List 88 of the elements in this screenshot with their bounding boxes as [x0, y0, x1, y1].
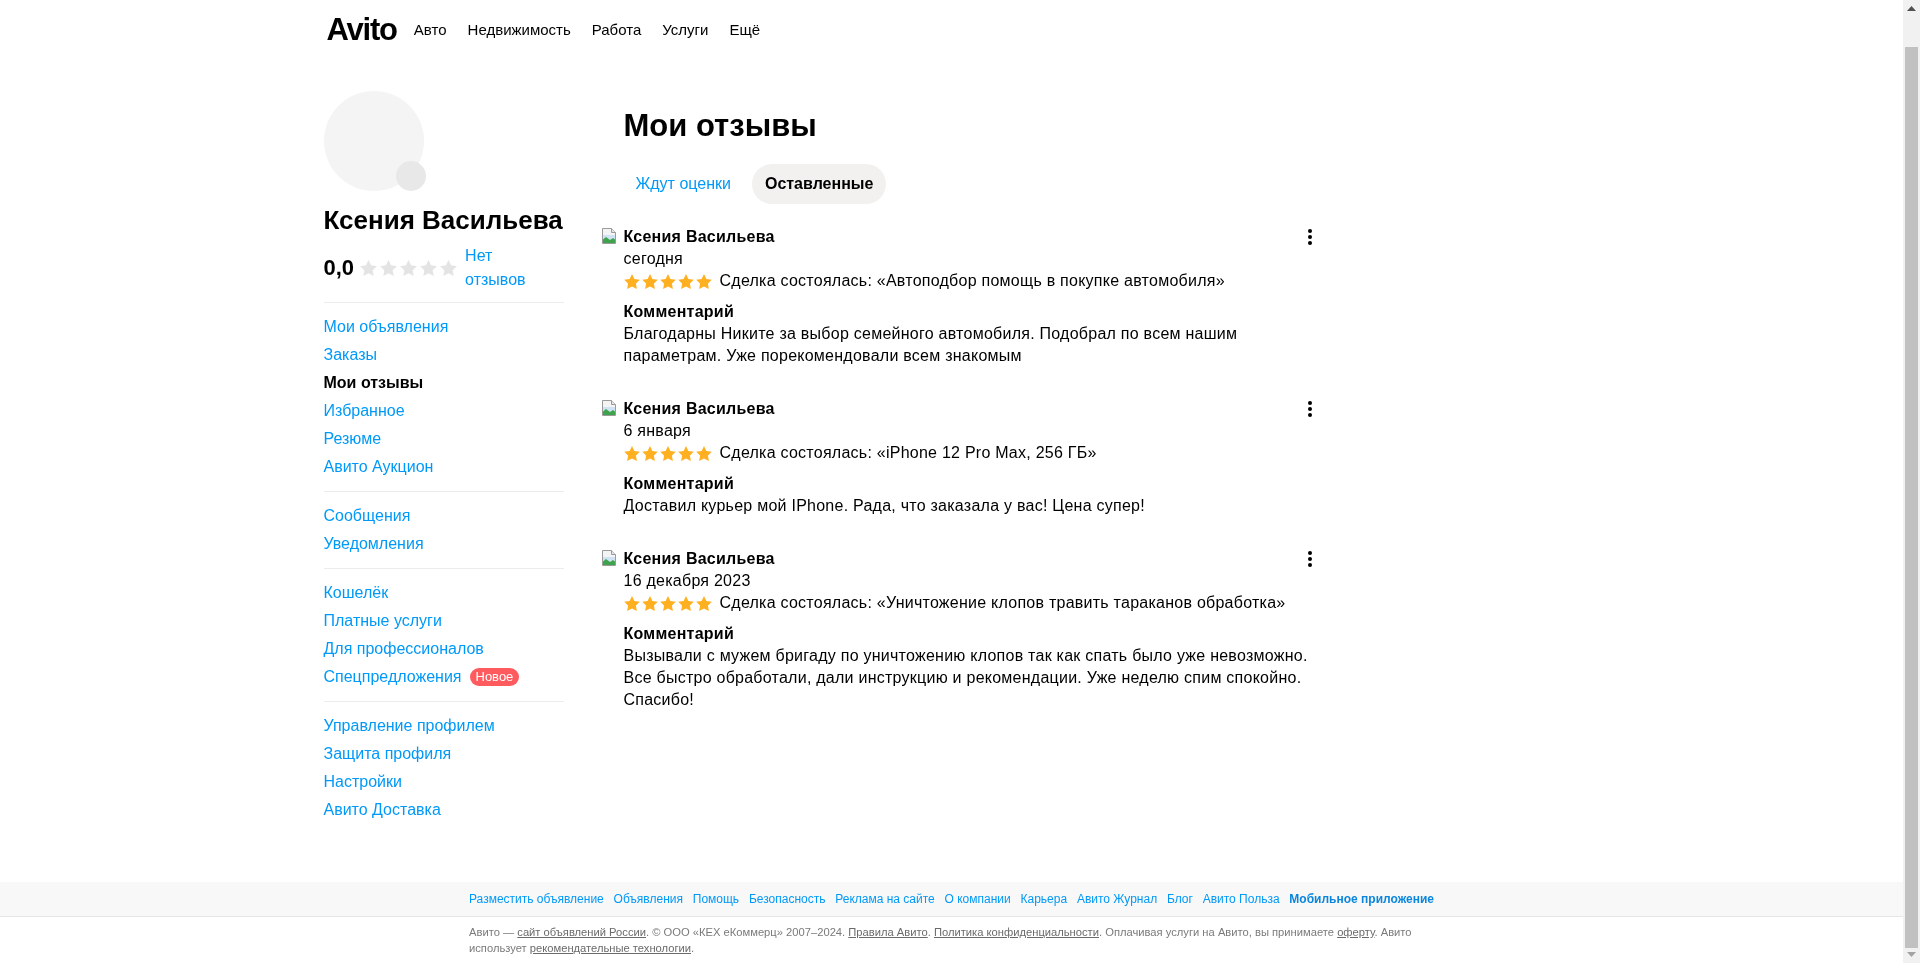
legal-link[interactable]: сайт объявлений России — [517, 926, 646, 938]
sidebar-item[interactable]: Платные услуги — [323, 610, 442, 632]
more-options-icon[interactable] — [1307, 551, 1312, 567]
sidebar-item[interactable]: Настройки — [323, 771, 402, 793]
star-icon — [440, 260, 458, 276]
scrollbar-thumb[interactable] — [1905, 47, 1918, 948]
comment-text: Доставил курьер мой IPhone. Рада, что заказала у вас! Цена супер! — [623, 496, 1146, 516]
footer-link[interactable]: Помощь — [692, 891, 740, 908]
sidebar-item[interactable]: Избранное — [323, 400, 405, 422]
page-title: Мои отзывы — [622, 107, 818, 145]
legal-link[interactable]: Политика конфиденциальности — [933, 926, 1099, 938]
footer-link[interactable]: Реклама на сайте — [835, 891, 935, 908]
star-icon — [641, 445, 658, 461]
sidebar-item[interactable]: Защита профиля — [323, 743, 452, 765]
star-icon — [641, 595, 658, 611]
review-date: 16 декабря 2023 — [623, 571, 752, 591]
nav-link[interactable]: Работа — [591, 20, 642, 40]
sidebar-item[interactable]: Уведомления — [323, 533, 424, 555]
star-icon — [623, 445, 640, 461]
star-icon — [360, 260, 378, 276]
star-icon — [677, 595, 694, 611]
comment-heading: Комментарий — [623, 624, 735, 644]
rating-value: 0,0 — [323, 255, 355, 281]
legal-link[interactable]: Правила Авито — [848, 926, 928, 938]
footer-link[interactable]: Авито Польза — [1202, 891, 1280, 908]
image-icon — [600, 400, 617, 416]
review-date: 6 января — [623, 421, 692, 441]
star-icon — [695, 273, 712, 289]
scroll-up-icon[interactable] — [1907, 6, 1916, 11]
reviews-link[interactable]: Нет отзывов — [465, 244, 536, 292]
deal-title: Сделка состоялась: «Уничтожение клопов травить тараканов обработка» — [719, 593, 1286, 613]
review-author: Ксения Васильева — [623, 549, 776, 569]
footer-link[interactable]: Разместить объявление — [469, 891, 604, 908]
image-icon — [600, 228, 617, 244]
profile-name: Ксения Васильева — [323, 205, 564, 235]
review-author: Ксения Васильева — [623, 399, 776, 419]
nav-link[interactable]: Ещё — [729, 20, 761, 40]
new-badge: Новое — [469, 668, 520, 686]
nav-link[interactable]: Недвижимость — [467, 20, 571, 40]
star-icon — [659, 273, 676, 289]
sidebar-item[interactable]: Мои отзывы — [323, 372, 424, 394]
star-icon — [677, 273, 694, 289]
star-icon — [659, 595, 676, 611]
more-options-icon[interactable] — [1307, 401, 1312, 417]
star-icon — [641, 273, 658, 289]
sidebar-item[interactable]: Авито Аукцион — [323, 456, 434, 478]
star-icon — [695, 595, 712, 611]
star-icon — [420, 260, 438, 276]
sidebar-item[interactable]: Сообщения — [323, 505, 411, 527]
star-icon — [623, 273, 640, 289]
footer-link[interactable]: Карьера — [1020, 891, 1068, 908]
star-icon — [677, 445, 694, 461]
star-icon — [623, 595, 640, 611]
copyright-text: Авито — сайт объявлений России. © ООО «КЕХ еКоммерц» 2007–2024. Правила Авито. Политика конфиденциальности. Оплачивая услуги на Авито, вы принимаете оферту. Авито использует рекомендательные технологии. — [469, 925, 1413, 956]
sidebar-item[interactable]: Резюме — [323, 428, 382, 450]
sidebar-item[interactable]: Спецпредложения — [323, 666, 462, 688]
comment-heading: Комментарий — [623, 474, 735, 494]
review-author: Ксения Васильева — [623, 227, 776, 247]
footer-link[interactable]: Объявления — [613, 891, 683, 908]
sidebar-item[interactable]: Авито Доставка — [323, 799, 441, 821]
logo[interactable]: Avito — [326, 14, 397, 46]
tab[interactable]: Оставленные — [751, 164, 887, 204]
legal-link[interactable]: рекомендательные технологии — [529, 942, 691, 954]
star-icon — [695, 445, 712, 461]
comment-heading: Комментарий — [623, 302, 735, 322]
comment-text: Благодарны Никите за выбор семейного автомобиля. Подобрал по всем нашим параметрам. Уже порекомендовали всем знакомым — [623, 324, 1239, 366]
deal-title: Сделка состоялась: «Автоподбор помощь в покупке автомобиля» — [719, 271, 1225, 291]
footer-link[interactable]: Безопасность — [748, 891, 826, 908]
sidebar-item[interactable]: Кошелёк — [323, 582, 389, 604]
sidebar-item[interactable]: Мои объявления — [323, 316, 449, 338]
footer-link[interactable]: Блог — [1166, 891, 1193, 908]
nav-link[interactable]: Авто — [413, 20, 447, 40]
comment-text: Вызывали с мужем бригаду по уничтожению клопов так как спать было уже невозможно. Все быстро обработали, дали инструкцию и рекомендации. Уже неделю спим спокойно. Спасибо! — [623, 646, 1309, 710]
tab[interactable]: Ждут оценки — [623, 164, 743, 204]
footer-link[interactable]: Авито Журнал — [1076, 891, 1158, 908]
star-icon — [659, 445, 676, 461]
footer-link[interactable]: О компании — [944, 891, 1011, 908]
nav-link[interactable]: Услуги — [662, 20, 709, 40]
sidebar-item[interactable]: Для профессионалов — [323, 638, 484, 660]
deal-title: Сделка состоялась: «iPhone 12 Pro Max, 256 ГБ» — [719, 443, 1097, 463]
footer-link[interactable]: Мобильное приложение — [1289, 891, 1434, 908]
review-date: сегодня — [623, 249, 684, 269]
sidebar-item[interactable]: Заказы — [323, 344, 377, 366]
more-options-icon[interactable] — [1307, 229, 1312, 245]
star-icon — [400, 260, 418, 276]
image-icon — [600, 550, 617, 566]
sidebar-item[interactable]: Управление профилем — [323, 715, 495, 737]
star-icon — [380, 260, 398, 276]
